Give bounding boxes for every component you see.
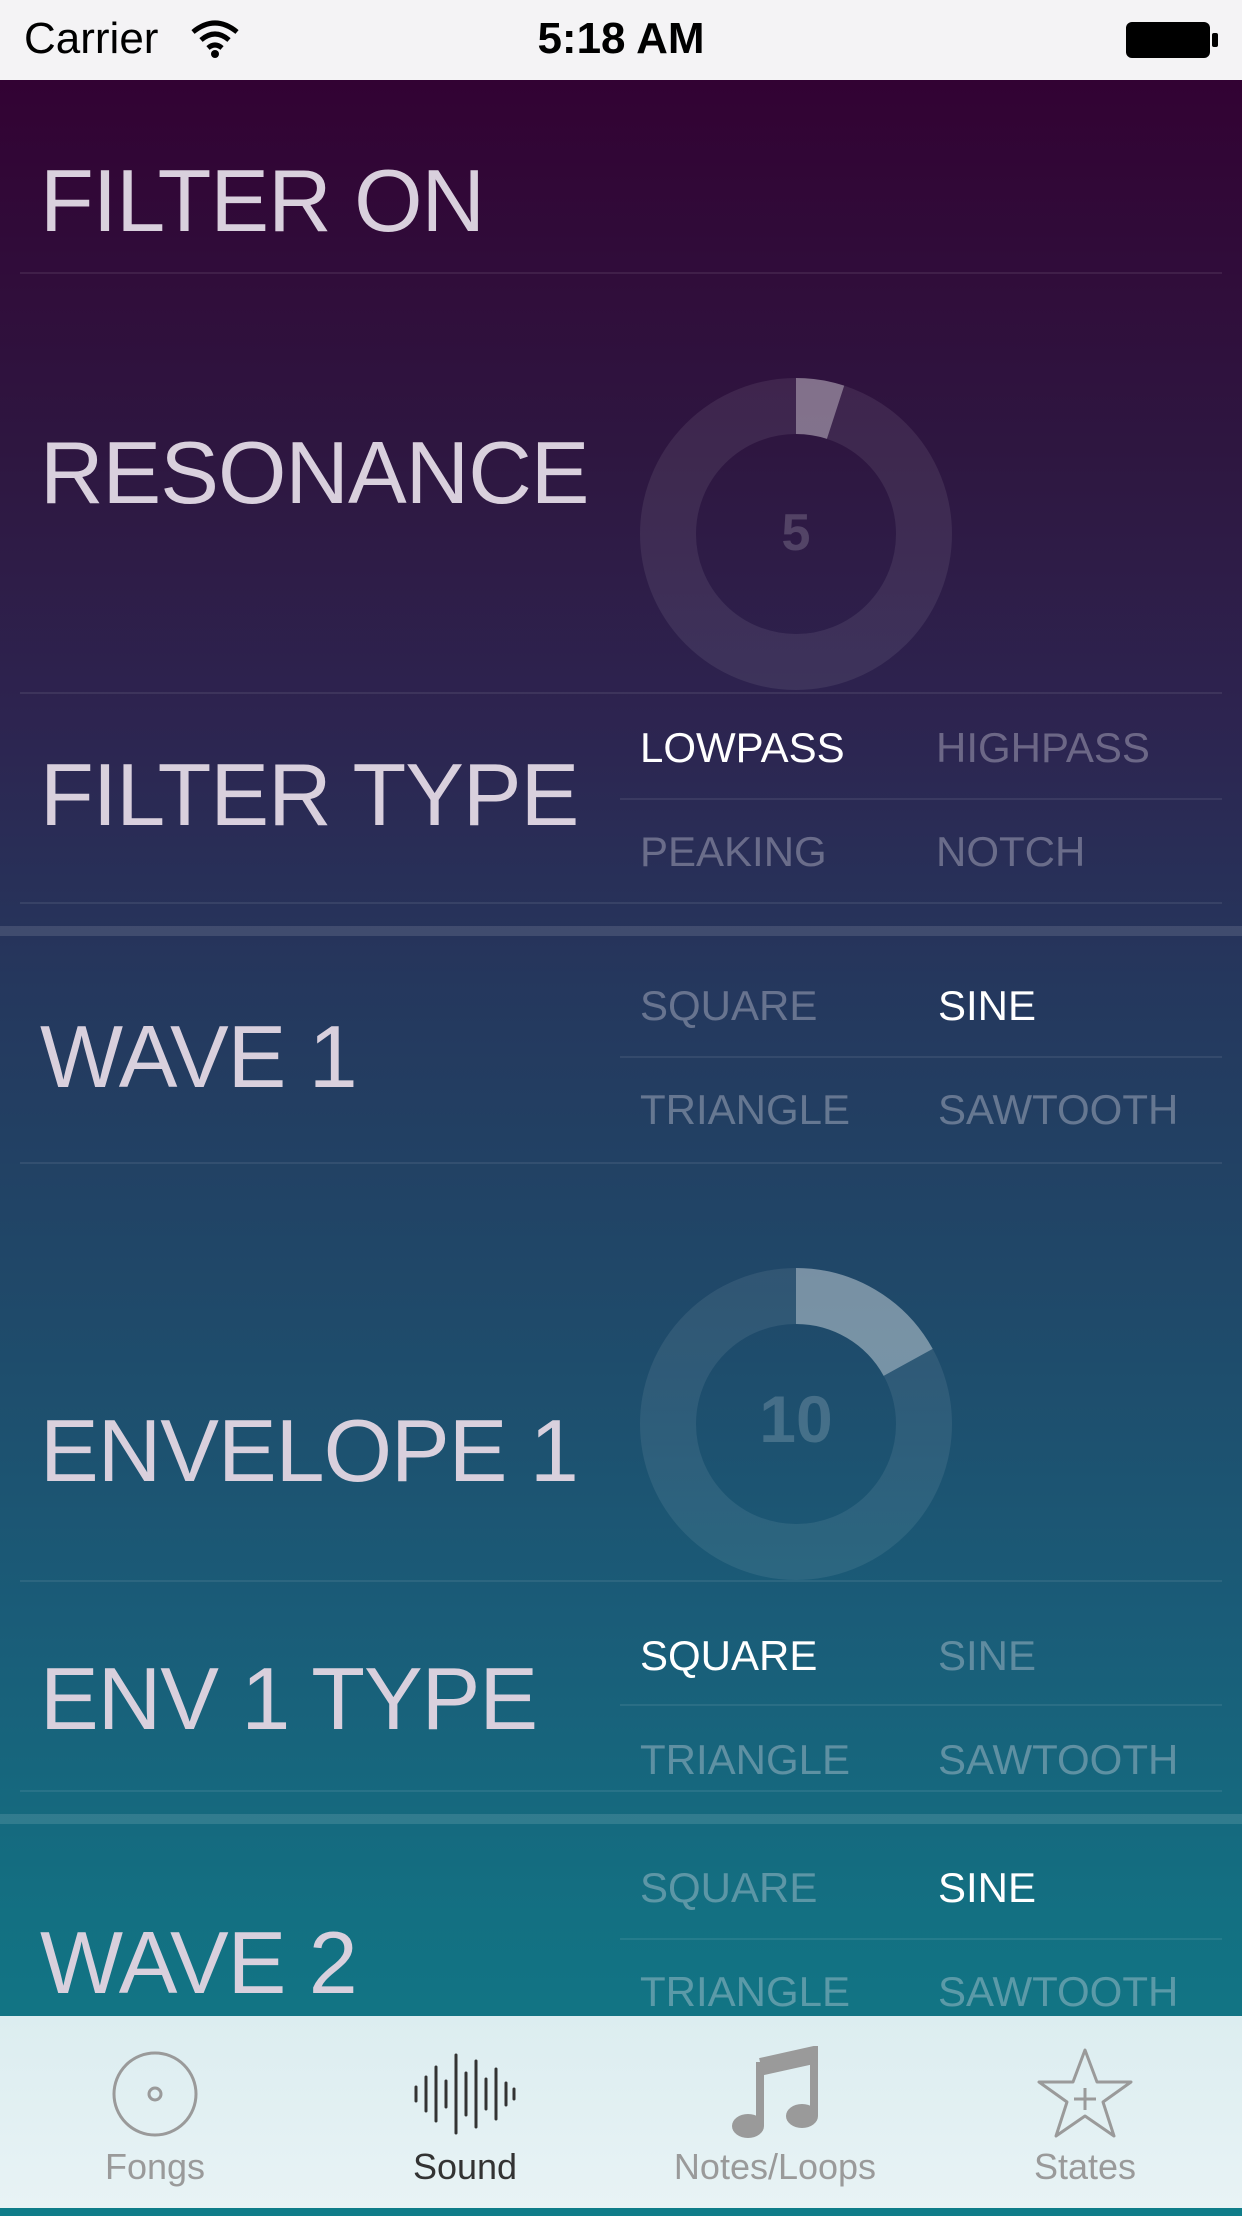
wave1-option-triangle[interactable]: TRIANGLE [640,1086,850,1134]
filter-option-highpass[interactable]: HIGHPASS [936,724,1150,772]
envelope1-dial[interactable]: 10 [636,1264,956,1584]
wave2-label: WAVE 2 [40,1913,358,2012]
filter-type-row: FILTER TYPE LOWPASS HIGHPASS PEAKING NOT… [0,694,1242,904]
envelope1-row: ENVELOPE 1 10 [0,1164,1242,1584]
wave2-option-square[interactable]: SQUARE [640,1864,817,1912]
wave2-option-sine[interactable]: SINE [938,1864,1036,1912]
filter-type-label: FILTER TYPE [40,745,579,844]
tab-label: Sound [412,2146,518,2187]
wave1-option-sine[interactable]: SINE [938,982,1036,1030]
env1-option-sawtooth[interactable]: SAWTOOTH [938,1736,1178,1784]
tab-label: Fongs [104,2146,206,2187]
wave1-option-square[interactable]: SQUARE [640,982,817,1030]
wave1-option-sawtooth[interactable]: SAWTOOTH [938,1086,1178,1134]
env1-option-square[interactable]: SQUARE [640,1632,817,1680]
section-divider [0,926,1242,936]
waveform-icon [310,2044,620,2144]
filter-option-lowpass[interactable]: LOWPASS [640,724,845,772]
resonance-dial[interactable]: 5 [636,374,956,694]
star-plus-icon [930,2044,1240,2144]
section-divider [0,1814,1242,1824]
wave2-option-sawtooth[interactable]: SAWTOOTH [938,1968,1178,2016]
tab-label: States [1033,2146,1137,2187]
env1-option-sine[interactable]: SINE [938,1632,1036,1680]
wave1-label: WAVE 1 [40,1007,358,1106]
filter-on-row[interactable]: FILTER ON [0,80,1242,274]
filter-option-notch[interactable]: NOTCH [936,828,1085,876]
status-bar: Carrier 5:18 AM [0,0,1242,80]
resonance-label: RESONANCE [40,423,589,522]
tab-label: Notes/Loops [673,2146,877,2187]
music-note-icon [620,2044,930,2144]
tab-bar: Fongs Sound Notes/Loops States [0,2016,1242,2208]
wave2-option-triangle[interactable]: TRIANGLE [640,1968,850,2016]
tab-sound[interactable]: Sound [310,2016,620,2208]
tab-states[interactable]: States [930,2016,1240,2208]
clock: 5:18 AM [537,14,705,63]
resonance-row: RESONANCE 5 [0,274,1242,694]
disc-icon [0,2044,310,2144]
filter-on-label: FILTER ON [40,151,485,250]
tab-notes-loops[interactable]: Notes/Loops [620,2016,930,2208]
sound-settings: FILTER ON RESONANCE 5 FILTER TYPE LOWPAS… [0,80,1242,2216]
env1-option-triangle[interactable]: TRIANGLE [640,1736,850,1784]
envelope1-label: ENVELOPE 1 [40,1401,579,1500]
resonance-value: 5 [782,504,811,562]
filter-option-peaking[interactable]: PEAKING [640,828,827,876]
env1-type-label: ENV 1 TYPE [40,1649,538,1748]
envelope1-value: 10 [759,1382,832,1456]
tab-fongs[interactable]: Fongs [0,2016,310,2208]
wave1-row: WAVE 1 SQUARE SINE TRIANGLE SAWTOOTH [0,936,1242,1166]
battery-icon [1124,20,1220,65]
